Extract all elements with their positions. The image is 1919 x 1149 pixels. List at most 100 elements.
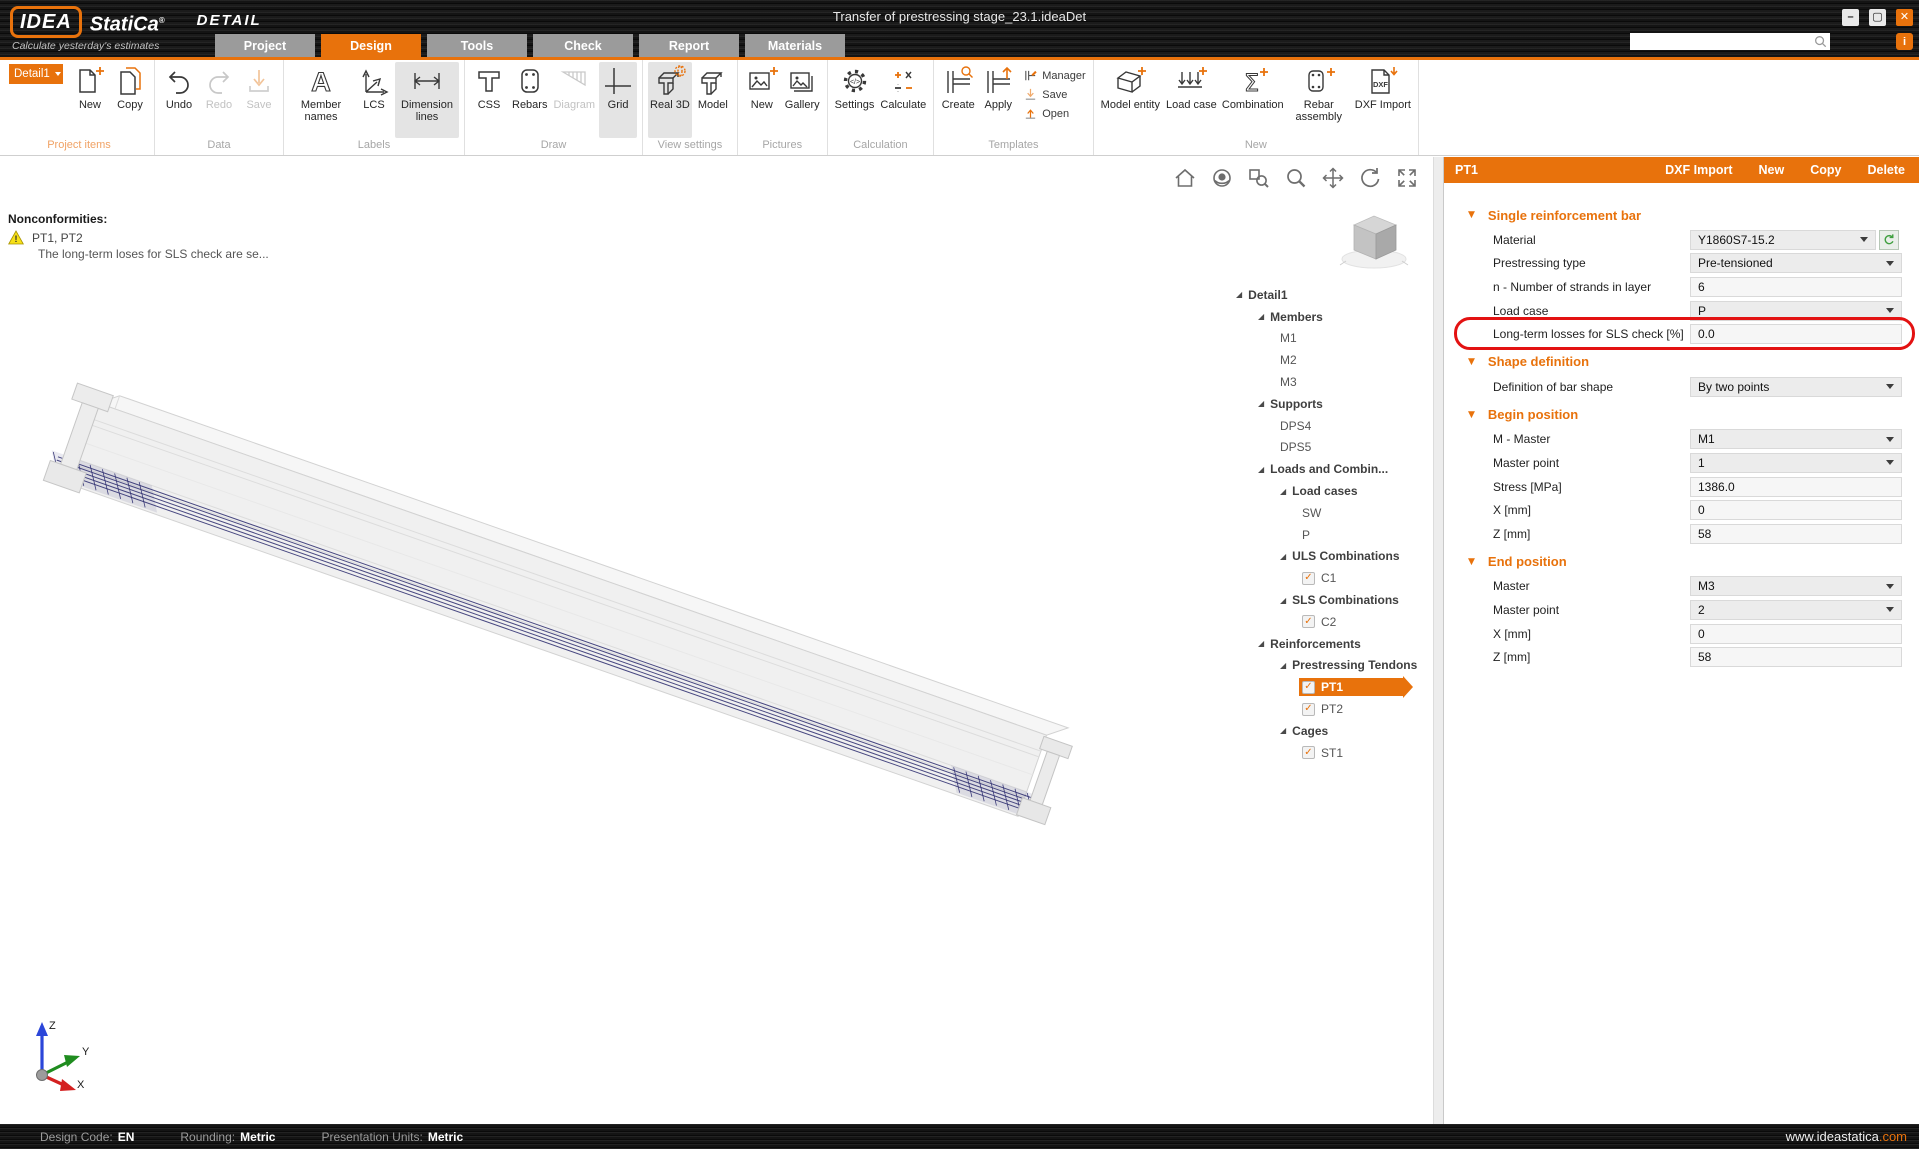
- expand-triangle-icon[interactable]: ◢: [1258, 312, 1264, 321]
- ribbon-button-load-case[interactable]: Load case: [1164, 62, 1219, 138]
- ribbon-button-combination[interactable]: Σ Combination: [1221, 62, 1285, 138]
- ribbon-button-template-open[interactable]: Open: [1023, 106, 1085, 121]
- tree-item-m1[interactable]: M1: [1228, 328, 1426, 350]
- tree-item-c2[interactable]: ✓C2: [1228, 611, 1426, 633]
- dropdown-field-master-point[interactable]: 2: [1690, 600, 1902, 620]
- ribbon-button-model[interactable]: Model: [694, 62, 732, 138]
- input-field-z-mm[interactable]: 58: [1690, 647, 1902, 667]
- tree-item-prestressing-tendons[interactable]: ◢Prestressing Tendons: [1228, 655, 1426, 677]
- pan-button[interactable]: [1320, 165, 1346, 191]
- tree-item-pt1[interactable]: ✓PT1: [1228, 676, 1426, 698]
- tree-item-dps5[interactable]: DPS5: [1228, 437, 1426, 459]
- tab-tools[interactable]: Tools: [427, 34, 527, 57]
- expand-triangle-icon[interactable]: ◢: [1280, 726, 1286, 735]
- section-header-single-reinforcement-bar[interactable]: ▼Single reinforcement bar: [1444, 202, 1919, 228]
- tab-project[interactable]: Project: [215, 34, 315, 57]
- ribbon-button-css[interactable]: CSS: [470, 62, 508, 138]
- expand-triangle-icon[interactable]: ◢: [1258, 399, 1264, 408]
- refresh-material-button[interactable]: [1879, 230, 1899, 250]
- fit-view-button[interactable]: [1394, 165, 1420, 191]
- visibility-checkbox[interactable]: ✓: [1302, 615, 1315, 628]
- input-field-z-mm[interactable]: 58: [1690, 524, 1902, 544]
- dropdown-field-load-case[interactable]: P: [1690, 301, 1902, 321]
- tree-item-cages[interactable]: ◢Cages: [1228, 720, 1426, 742]
- close-button[interactable]: ✕: [1896, 9, 1913, 26]
- maximize-button[interactable]: ▢: [1869, 9, 1886, 26]
- tree-item-load-cases[interactable]: ◢Load cases: [1228, 480, 1426, 502]
- expand-triangle-icon[interactable]: ◢: [1236, 290, 1242, 299]
- ribbon-button-rebars[interactable]: Rebars: [510, 62, 549, 138]
- visibility-checkbox[interactable]: ✓: [1302, 746, 1315, 759]
- expand-triangle-icon[interactable]: ◢: [1280, 552, 1286, 561]
- ribbon-button-model-entity[interactable]: Model entity: [1099, 62, 1162, 138]
- zoom-button[interactable]: [1283, 165, 1309, 191]
- tree-item-sls-combinations[interactable]: ◢SLS Combinations: [1228, 589, 1426, 611]
- ribbon-button-create-template[interactable]: Create: [939, 62, 977, 138]
- tree-item-supports[interactable]: ◢Supports: [1228, 393, 1426, 415]
- input-field-stress-mpa[interactable]: 1386.0: [1690, 477, 1902, 497]
- tree-item-p[interactable]: P: [1228, 524, 1426, 546]
- tree-item-members[interactable]: ◢Members: [1228, 306, 1426, 328]
- ribbon-button-settings[interactable]: </> Settings: [833, 62, 877, 138]
- ribbon-button-gallery[interactable]: Gallery: [783, 62, 822, 138]
- ribbon-button-real-3d[interactable]: Real 3D: [648, 62, 692, 138]
- input-field-x-mm[interactable]: 0: [1690, 500, 1902, 520]
- input-field-n-number-of-strands-in-layer[interactable]: 6: [1690, 277, 1902, 297]
- ribbon-button-template-manager[interactable]: Manager: [1023, 68, 1085, 83]
- delete-tendon-button[interactable]: Delete: [1867, 163, 1905, 177]
- dropdown-field-prestressing-type[interactable]: Pre-tensioned: [1690, 253, 1902, 273]
- ribbon-button-new-item[interactable]: New: [71, 62, 109, 138]
- section-header-end-position[interactable]: ▼End position: [1444, 549, 1919, 575]
- tree-item-loads-and-combin[interactable]: ◢Loads and Combin...: [1228, 458, 1426, 480]
- tree-item-dps4[interactable]: DPS4: [1228, 415, 1426, 437]
- dropdown-field-master-point[interactable]: 1: [1690, 453, 1902, 473]
- tree-item-sw[interactable]: SW: [1228, 502, 1426, 524]
- section-header-begin-position[interactable]: ▼Begin position: [1444, 402, 1919, 428]
- expand-triangle-icon[interactable]: ◢: [1258, 639, 1264, 648]
- input-field-long-term-losses-for-sls-check[interactable]: 0.0: [1690, 324, 1902, 344]
- rotate-button[interactable]: [1357, 165, 1383, 191]
- nonconformity-items[interactable]: PT1, PT2: [32, 231, 83, 245]
- ribbon-button-grid[interactable]: Grid: [599, 62, 637, 138]
- tab-materials[interactable]: Materials: [745, 34, 845, 57]
- dropdown-field-m-master[interactable]: M1: [1690, 429, 1902, 449]
- ribbon-button-undo[interactable]: Undo: [160, 62, 198, 138]
- ribbon-button-lcs[interactable]: LCS: [355, 62, 393, 138]
- ribbon-button-apply-template[interactable]: Apply: [979, 62, 1017, 138]
- visibility-checkbox[interactable]: ✓: [1302, 681, 1315, 694]
- search-box[interactable]: [1630, 33, 1830, 50]
- tree-item-m3[interactable]: M3: [1228, 371, 1426, 393]
- search-input[interactable]: [1636, 36, 1814, 48]
- tab-check[interactable]: Check: [533, 34, 633, 57]
- tree-item-detail1[interactable]: ◢Detail1: [1228, 284, 1426, 306]
- section-header-shape-definition[interactable]: ▼Shape definition: [1444, 349, 1919, 375]
- tree-item-uls-combinations[interactable]: ◢ULS Combinations: [1228, 546, 1426, 568]
- ribbon-button-calculate[interactable]: Calculate: [878, 62, 928, 138]
- model-viewport[interactable]: Nonconformities: ! PT1, PT2 The long-ter…: [0, 157, 1443, 1124]
- visibility-checkbox[interactable]: ✓: [1302, 572, 1315, 585]
- viewport-scrollbar[interactable]: [1433, 157, 1443, 1124]
- dropdown-field-master[interactable]: M3: [1690, 576, 1902, 596]
- visibility-checkbox[interactable]: ✓: [1302, 703, 1315, 716]
- ribbon-button-template-save[interactable]: Save: [1023, 87, 1085, 102]
- ribbon-button-dxf-import[interactable]: DXF DXF Import: [1353, 62, 1413, 138]
- tree-item-st1[interactable]: ✓ST1: [1228, 742, 1426, 764]
- tree-item-m2[interactable]: M2: [1228, 349, 1426, 371]
- ribbon-button-rebar-assembly[interactable]: Rebar assembly: [1287, 62, 1351, 138]
- website-link[interactable]: www.ideastatica.com: [1786, 1129, 1907, 1144]
- expand-triangle-icon[interactable]: ◢: [1258, 465, 1264, 474]
- expand-triangle-icon[interactable]: ◢: [1280, 596, 1286, 605]
- home-view-button[interactable]: [1172, 165, 1198, 191]
- dxf-import-button[interactable]: DXF Import: [1665, 163, 1732, 177]
- dropdown-field-definition-of-bar-shape[interactable]: By two points: [1690, 377, 1902, 397]
- info-button[interactable]: i: [1896, 33, 1913, 50]
- ribbon-button-new-picture[interactable]: New: [743, 62, 781, 138]
- input-field-x-mm[interactable]: 0: [1690, 624, 1902, 644]
- expand-triangle-icon[interactable]: ◢: [1280, 487, 1286, 496]
- view-mode-button[interactable]: [1209, 165, 1235, 191]
- dropdown-field-material[interactable]: Y1860S7-15.2: [1690, 230, 1876, 250]
- tab-report[interactable]: Report: [639, 34, 739, 57]
- tree-item-c1[interactable]: ✓C1: [1228, 567, 1426, 589]
- new-tendon-button[interactable]: New: [1759, 163, 1785, 177]
- minimize-button[interactable]: –: [1842, 9, 1859, 26]
